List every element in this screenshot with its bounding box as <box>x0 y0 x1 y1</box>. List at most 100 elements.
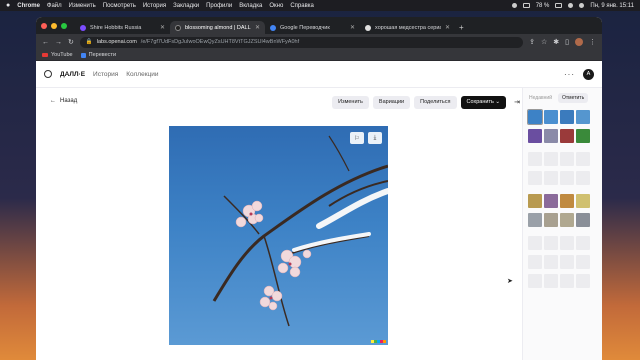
brand-title[interactable]: ДАЛЛ·E <box>60 71 85 78</box>
tab-strip: Shire Hobbits Russia ✕ blossoming almond… <box>36 17 602 34</box>
thumbnail[interactable] <box>560 110 574 124</box>
apple-icon[interactable]: ● <box>6 2 10 9</box>
menu-profiles[interactable]: Профили <box>206 3 232 9</box>
maximize-window-button[interactable] <box>61 22 67 29</box>
user-avatar[interactable]: A <box>583 68 594 80</box>
thumb-row <box>528 194 594 208</box>
tab-title: хорошая медсестра сериал <box>375 24 441 31</box>
thumbnail[interactable] <box>528 213 542 227</box>
thumbnail[interactable] <box>576 213 590 227</box>
thumbnail[interactable] <box>560 213 574 227</box>
thumbnail-placeholder <box>544 274 558 288</box>
edit-button[interactable]: Изменить <box>332 96 369 109</box>
menu-help[interactable]: Справка <box>290 3 314 9</box>
sidebar-tabs: Недавний Отметить <box>523 88 602 108</box>
share-icon[interactable]: ⇪ <box>529 38 535 46</box>
thumbnail-placeholder <box>528 171 542 185</box>
thumbnail[interactable] <box>544 110 558 124</box>
youtube-icon <box>42 53 48 57</box>
bookmark-label: Перевести <box>88 52 117 58</box>
more-menu-icon[interactable]: ⋮ <box>589 38 596 46</box>
battery-percent[interactable]: 78 % <box>536 3 550 9</box>
save-button[interactable]: Сохранить ⌄ <box>460 96 506 109</box>
close-tab-icon[interactable]: ✕ <box>445 24 450 31</box>
download-icon[interactable]: ⤓ <box>368 132 382 144</box>
menu-view[interactable]: Посмотреть <box>103 3 136 9</box>
url-path: /e/F7gf7UdFsDgJuIwoOEwQyZsUHT8VtTGJZSUl4… <box>140 39 300 45</box>
close-tab-icon[interactable]: ✕ <box>160 24 165 31</box>
browser-tab[interactable]: Google Переводчик ✕ <box>265 21 360 34</box>
extensions-icon[interactable]: ✱ <box>553 38 559 46</box>
thumbnail-placeholder <box>544 152 558 166</box>
tab-recent[interactable]: Недавний <box>529 95 552 101</box>
lock-icon: 🔒 <box>85 39 93 45</box>
back-link[interactable]: ← Назад <box>50 98 77 104</box>
bookmark-youtube[interactable]: YouTube <box>42 52 73 58</box>
thumbnail-placeholder <box>528 152 542 166</box>
close-tab-icon[interactable]: ✕ <box>255 24 260 31</box>
new-tab-button[interactable]: + <box>459 21 464 34</box>
menu-file[interactable]: Файл <box>47 3 62 9</box>
bookmarks-bar: YouTube Перевести <box>36 50 602 61</box>
thumbnail[interactable] <box>544 213 558 227</box>
sidepanel-icon[interactable]: ▯ <box>565 38 569 46</box>
browser-tab-active[interactable]: blossoming almond | DALL·E ✕ <box>170 21 265 34</box>
generated-image[interactable]: ⚐ ⤓ <box>169 126 388 345</box>
thumbnail[interactable] <box>560 129 574 143</box>
thumbnail-placeholder <box>560 152 574 166</box>
thumbnail[interactable] <box>544 194 558 208</box>
variations-button[interactable]: Вариации <box>372 96 411 109</box>
minimize-window-button[interactable] <box>51 22 57 29</box>
menu-bookmarks[interactable]: Закладки <box>173 3 199 9</box>
address-bar[interactable]: 🔒 labs.openai.com/e/F7gf7UdFsDgJuIwoOEwQ… <box>79 36 524 48</box>
menu-history[interactable]: История <box>143 3 166 9</box>
thumbnail[interactable] <box>576 129 590 143</box>
thumbnail-placeholder <box>576 255 590 269</box>
bookmark-translate[interactable]: Перевести <box>80 52 117 58</box>
more-options-icon[interactable]: ··· <box>564 70 575 79</box>
profile-avatar[interactable] <box>575 38 583 46</box>
browser-tab[interactable]: хорошая медсестра сериал ✕ <box>360 21 455 34</box>
thumbnail[interactable] <box>560 194 574 208</box>
thumb-row <box>528 274 594 288</box>
menu-window[interactable]: Окно <box>269 3 283 9</box>
collapse-sidebar-icon[interactable]: ⇥ <box>514 98 520 106</box>
mouse-cursor-icon: ➤ <box>507 278 513 285</box>
back-arrow-icon[interactable]: ← <box>42 39 49 46</box>
clock[interactable]: Пн, 9 янв. 15:11 <box>590 3 634 9</box>
thumbnail[interactable] <box>544 129 558 143</box>
close-tab-icon[interactable]: ✕ <box>350 24 355 31</box>
nav-history[interactable]: История <box>93 71 118 78</box>
forward-arrow-icon[interactable]: → <box>55 39 62 46</box>
thumbnail[interactable] <box>576 110 590 124</box>
share-button[interactable]: Поделиться <box>414 96 457 109</box>
thumbnail-placeholder <box>560 236 574 250</box>
thumbnail[interactable] <box>528 129 542 143</box>
thumbnail-placeholder <box>576 152 590 166</box>
openai-logo-icon[interactable] <box>44 70 52 78</box>
thumbnail[interactable] <box>528 194 542 208</box>
nav-collections[interactable]: Коллекции <box>126 71 158 78</box>
browser-tab[interactable]: Shire Hobbits Russia ✕ <box>75 21 170 34</box>
bookmark-star-icon[interactable]: ☆ <box>541 38 547 46</box>
menu-edit[interactable]: Изменить <box>69 3 96 9</box>
battery-icon[interactable] <box>555 3 563 8</box>
close-window-button[interactable] <box>41 22 47 29</box>
thumbnail-placeholder <box>576 171 590 185</box>
tab-title: Google Переводчик <box>280 24 330 31</box>
reload-icon[interactable]: ↻ <box>68 38 74 46</box>
search-icon[interactable] <box>579 3 585 8</box>
menu-tab[interactable]: Вкладка <box>239 3 262 9</box>
wifi-icon[interactable] <box>568 3 574 8</box>
flag-icon[interactable]: ⚐ <box>350 132 364 144</box>
thumbnail-placeholder <box>544 171 558 185</box>
translate-icon <box>80 52 86 58</box>
thumbnail[interactable] <box>576 194 590 208</box>
tab-favicon <box>80 24 86 31</box>
display-icon[interactable] <box>522 3 530 8</box>
tab-marked[interactable]: Отметить <box>557 93 589 103</box>
menubar-app-name[interactable]: Chrome <box>17 3 40 9</box>
thumbnail[interactable] <box>527 109 543 125</box>
tab-title: blossoming almond | DALL·E <box>185 24 251 31</box>
status-icon[interactable] <box>511 3 517 8</box>
